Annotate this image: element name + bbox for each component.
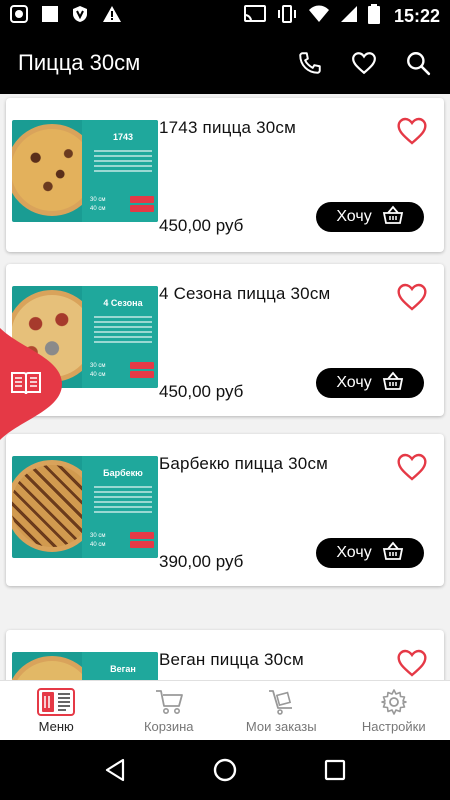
product-card[interactable]: Барбекю 30 см 40 см Барбекю пицца 30см 39… — [6, 434, 444, 586]
bottom-nav: Меню Корзина Мои заказы Настройки — [0, 680, 450, 740]
orders-icon — [266, 687, 296, 717]
battery-icon — [367, 3, 380, 29]
basket-icon — [382, 541, 404, 566]
product-name: 1743 пицца 30см — [159, 118, 296, 137]
heart-icon[interactable] — [396, 116, 428, 146]
nav-label: Корзина — [143, 719, 194, 734]
status-time: 15:22 — [393, 5, 440, 26]
catalog-icon — [10, 370, 42, 401]
phone-icon[interactable] — [296, 49, 324, 77]
nav-label: Меню — [38, 719, 74, 734]
heart-icon[interactable] — [396, 648, 428, 678]
product-list: 1743 30 см 40 см 1743 пицца 30см 450,00 р… — [0, 94, 450, 680]
vibrate-icon — [276, 4, 298, 28]
system-nav-bar — [0, 740, 450, 800]
warning-icon — [102, 5, 122, 28]
menu-book-icon — [36, 687, 76, 717]
product-image: 1743 30 см 40 см — [12, 120, 158, 222]
gear-icon — [380, 687, 408, 717]
product-card[interactable]: Веган Веган пицца 30см — [6, 630, 444, 680]
shield-icon — [72, 5, 88, 28]
product-image: Барбекю 30 см 40 см — [12, 456, 158, 558]
product-name: Барбекю пицца 30см — [159, 454, 329, 473]
banner-title: Барбекю — [103, 468, 143, 478]
page-title: Пицца 30см — [18, 50, 141, 75]
nav-item-orders[interactable]: Мои заказы — [225, 681, 338, 740]
want-button-label: Хочу — [336, 374, 372, 391]
basket-icon — [382, 205, 404, 230]
status-bar: 15:22 — [0, 0, 450, 32]
heart-icon[interactable] — [396, 282, 428, 312]
wifi-icon — [308, 5, 330, 28]
basket-icon — [382, 371, 404, 396]
nav-item-settings[interactable]: Настройки — [338, 681, 450, 740]
product-name: 4 Сезона пицца 30см — [159, 284, 331, 303]
back-icon[interactable] — [100, 755, 130, 785]
nav-label: Настройки — [361, 719, 426, 734]
app-bar: Пицца 30см — [0, 32, 450, 94]
favorites-icon[interactable] — [350, 49, 378, 77]
heart-icon[interactable] — [396, 452, 428, 482]
product-image: Веган — [12, 652, 158, 680]
side-menu-tab[interactable] — [0, 328, 62, 440]
want-button[interactable]: Хочу — [316, 368, 424, 398]
want-button-label: Хочу — [336, 208, 372, 225]
want-button[interactable]: Хочу — [316, 202, 424, 232]
nav-item-menu[interactable]: Меню — [0, 681, 113, 740]
product-name: Веган пицца 30см — [159, 650, 304, 669]
product-price: 390,00 руб — [159, 552, 244, 571]
recents-icon[interactable] — [320, 755, 350, 785]
product-price: 450,00 руб — [159, 216, 244, 235]
nav-label: Мои заказы — [245, 719, 317, 734]
nav-item-cart[interactable]: Корзина — [113, 681, 226, 740]
screenshot-icon — [10, 4, 28, 28]
banner-title: Веган — [110, 664, 136, 674]
square-icon — [42, 5, 58, 27]
banner-title: 1743 — [112, 132, 134, 142]
cart-icon — [154, 687, 184, 717]
product-price: 450,00 руб — [159, 382, 244, 401]
product-card[interactable]: 1743 30 см 40 см 1743 пицца 30см 450,00 р… — [6, 98, 444, 252]
banner-title: 4 Сезона — [103, 298, 143, 308]
cast-icon — [243, 4, 266, 28]
want-button[interactable]: Хочу — [316, 538, 424, 568]
product-card[interactable]: 4 Сезона 30 см 40 см 4 Сезона пицца 30см … — [6, 264, 444, 416]
want-button-label: Хочу — [336, 544, 372, 561]
home-icon[interactable] — [210, 755, 240, 785]
search-icon[interactable] — [404, 49, 432, 77]
signal-icon — [340, 5, 358, 28]
